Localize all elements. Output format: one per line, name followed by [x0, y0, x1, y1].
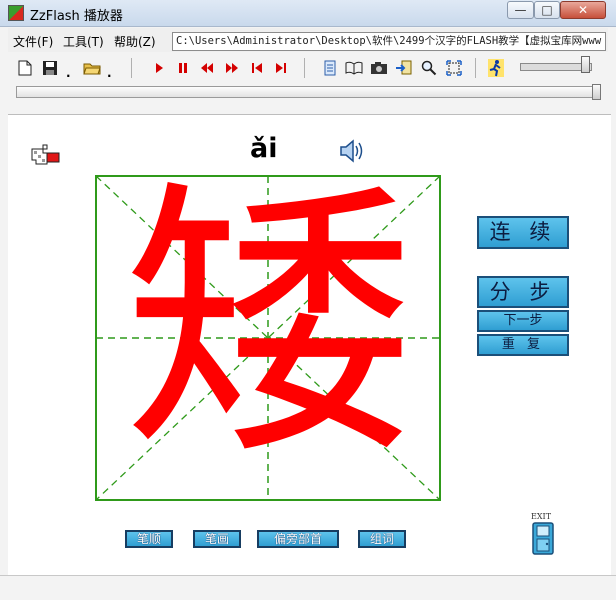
radical-button[interactable]: 偏旁部首	[257, 530, 339, 548]
step-mode-button[interactable]: 分 步	[477, 276, 569, 308]
exit-label: EXIT	[531, 512, 552, 521]
toolbar-separator	[304, 58, 305, 78]
toolbar-separator	[131, 58, 132, 78]
zoom-icon[interactable]	[419, 58, 439, 78]
minimize-button[interactable]: —	[507, 1, 534, 19]
fast-forward-icon[interactable]	[222, 58, 242, 78]
book-icon[interactable]	[344, 58, 364, 78]
zzflash-app-icon	[8, 5, 24, 21]
running-man-icon[interactable]	[486, 58, 506, 78]
skip-to-start-icon[interactable]	[247, 58, 267, 78]
toolbar-separator	[475, 58, 476, 78]
new-file-icon[interactable]	[15, 58, 35, 78]
maximize-button[interactable]: □	[534, 1, 560, 19]
eraser-icon[interactable]	[29, 141, 65, 171]
hanzi-character: 矮	[123, 175, 413, 494]
hanzi-glyph: 矮	[123, 175, 413, 494]
status-area	[0, 575, 616, 600]
seek-thumb[interactable]	[592, 84, 601, 100]
file-path-field[interactable]: C:\Users\Administrator\Desktop\软件\2499个汉…	[172, 32, 606, 51]
camera-icon[interactable]	[369, 58, 389, 78]
exit-door-icon[interactable]	[532, 522, 554, 555]
skip-to-end-icon[interactable]	[271, 58, 291, 78]
seek-bar[interactable]	[16, 86, 601, 98]
play-icon[interactable]	[149, 58, 169, 78]
menu-file[interactable]: 文件(F)	[13, 33, 53, 50]
open-folder-icon[interactable]	[82, 58, 102, 78]
volume-slider-thumb[interactable]	[581, 56, 590, 73]
menu-help[interactable]: 帮助(Z)	[114, 33, 156, 50]
export-icon[interactable]	[394, 58, 414, 78]
next-step-button[interactable]: 下一步	[477, 310, 569, 332]
document-icon[interactable]	[320, 58, 340, 78]
repeat-button[interactable]: 重 复	[477, 334, 569, 356]
save-icon[interactable]	[40, 58, 60, 78]
continuous-play-button[interactable]: 连 续	[477, 216, 569, 249]
stroke-order-button[interactable]: 笔顺	[125, 530, 173, 548]
open-dropdown-dot[interactable]: .	[107, 66, 112, 80]
strokes-button[interactable]: 笔画	[193, 530, 241, 548]
rewind-icon[interactable]	[197, 58, 217, 78]
menu-tools[interactable]: 工具(T)	[63, 33, 104, 50]
pause-icon[interactable]	[173, 58, 193, 78]
fit-window-icon[interactable]	[444, 58, 464, 78]
save-dropdown-dot[interactable]: .	[66, 66, 71, 80]
close-button[interactable]: ✕	[560, 1, 606, 19]
window-title: ZzFlash 播放器	[30, 9, 123, 24]
speaker-icon[interactable]	[338, 138, 364, 164]
pinyin-label: ǎi	[250, 133, 278, 164]
word-building-button[interactable]: 组词	[358, 530, 406, 548]
